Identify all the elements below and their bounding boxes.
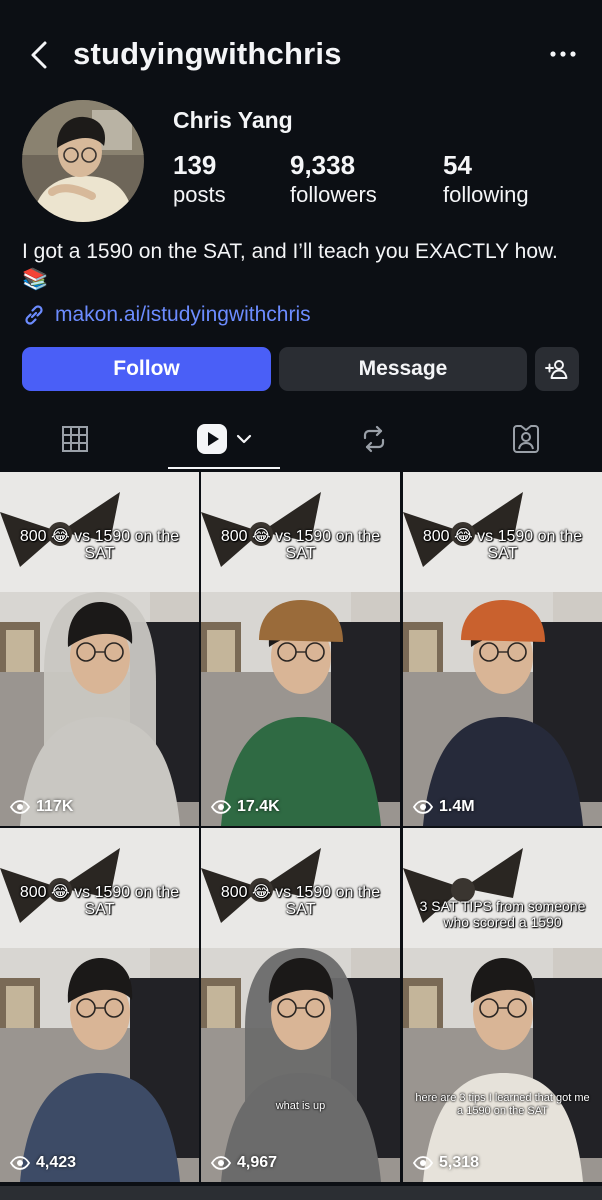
reels-grid: 800 😂 vs 1590 on the SAT 117K 800 😂 vs 1… — [0, 472, 602, 1200]
tab-selected-indicator — [168, 467, 280, 469]
views-icon — [211, 800, 231, 814]
follow-button[interactable]: Follow — [22, 347, 271, 391]
profile-link[interactable]: makon.ai/istudyingwithchris — [22, 301, 311, 329]
reel-view-count: 17.4K — [211, 798, 280, 816]
following-label: following — [443, 182, 529, 207]
reel-view-count: 4,423 — [10, 1154, 76, 1172]
next-row-preview — [0, 1186, 602, 1200]
views-icon — [413, 1156, 433, 1170]
reel-background — [403, 828, 602, 1182]
followers-count: 9,338 — [290, 150, 356, 180]
reel-view-count: 1.4M — [413, 798, 475, 816]
views-icon — [413, 800, 433, 814]
reel-subtitle: here are 3 tips I learned that got me a … — [415, 1092, 590, 1117]
posts-count: 139 — [173, 150, 217, 180]
reels-icon — [197, 424, 227, 454]
reel-thumbnail[interactable]: 800 😂 vs 1590 on the SAT 1.4M — [403, 472, 602, 826]
views-count: 117K — [36, 798, 74, 815]
chevron-down-icon — [236, 434, 252, 444]
reel-background — [0, 828, 199, 1182]
profile-username: studyingwithchris — [73, 36, 342, 71]
chevron-left-icon — [31, 41, 47, 69]
reel-view-count: 4,967 — [211, 1154, 277, 1172]
reel-thumbnail[interactable]: 800 😂 vs 1590 on the SAT 17.4K — [201, 472, 400, 826]
reel-background — [403, 472, 602, 826]
reel-thumbnail[interactable]: 800 😂 vs 1590 on the SAT 117K — [0, 472, 199, 826]
views-icon — [211, 1156, 231, 1170]
views-count: 5,318 — [439, 1154, 480, 1171]
views-count: 1.4M — [439, 798, 475, 815]
reel-caption: 800 😂 vs 1590 on the SAT — [19, 884, 180, 918]
more-options-button[interactable] — [548, 42, 578, 66]
suggested-accounts-button[interactable] — [535, 347, 579, 391]
message-button[interactable]: Message — [279, 347, 527, 391]
views-count: 4,967 — [237, 1154, 278, 1171]
grid-icon — [62, 426, 88, 452]
reel-thumbnail[interactable]: 800 😂 vs 1590 on the SAT what is up 4,96… — [201, 828, 400, 1182]
reel-background — [201, 828, 400, 1182]
more-icon — [550, 51, 576, 57]
top-bar: studyingwithchris — [0, 0, 602, 100]
views-count: 4,423 — [36, 1154, 77, 1171]
tab-reels[interactable] — [168, 410, 280, 468]
posts-stat[interactable]: 139 posts — [173, 150, 226, 210]
profile-avatar[interactable] — [22, 100, 144, 222]
reel-background — [201, 472, 400, 826]
profile-bio: I got a 1590 on the SAT, and I’ll teach … — [22, 240, 558, 291]
views-icon — [10, 1156, 30, 1170]
reel-caption: 800 😂 vs 1590 on the SAT — [422, 528, 583, 562]
profile-tabs — [0, 410, 602, 470]
tab-posts-grid[interactable] — [25, 410, 125, 468]
following-count: 54 — [443, 150, 472, 180]
tab-reposts[interactable] — [324, 410, 424, 468]
tagged-icon — [513, 425, 539, 453]
reel-thumbnail[interactable]: 800 😂 vs 1590 on the SAT 4,423 — [0, 828, 199, 1182]
reel-caption: 800 😂 vs 1590 on the SAT — [220, 528, 381, 562]
followers-label: followers — [290, 182, 377, 207]
reel-view-count: 117K — [10, 798, 73, 816]
reel-thumbnail[interactable]: 3 SAT TIPS from someone who scored a 159… — [403, 828, 602, 1182]
reposts-icon — [363, 425, 385, 453]
views-count: 17.4K — [237, 798, 280, 815]
reel-caption: 3 SAT TIPS from someone who scored a 159… — [419, 898, 586, 930]
posts-label: posts — [173, 182, 226, 207]
reel-subtitle: what is up — [275, 1100, 326, 1112]
reel-view-count: 5,318 — [413, 1154, 479, 1172]
add-person-icon — [545, 360, 568, 379]
profile-link-text[interactable]: makon.ai/istudyingwithchris — [55, 303, 311, 327]
followers-stat[interactable]: 9,338 followers — [290, 150, 377, 210]
display-name: Chris Yang — [173, 107, 293, 133]
reel-caption: 800 😂 vs 1590 on the SAT — [220, 884, 381, 918]
following-stat[interactable]: 54 following — [443, 150, 529, 210]
back-button[interactable] — [26, 40, 54, 70]
link-icon — [25, 305, 43, 325]
views-icon — [10, 800, 30, 814]
reel-caption: 800 😂 vs 1590 on the SAT — [19, 528, 180, 562]
reel-background — [0, 472, 199, 826]
tab-tagged[interactable] — [476, 410, 576, 468]
